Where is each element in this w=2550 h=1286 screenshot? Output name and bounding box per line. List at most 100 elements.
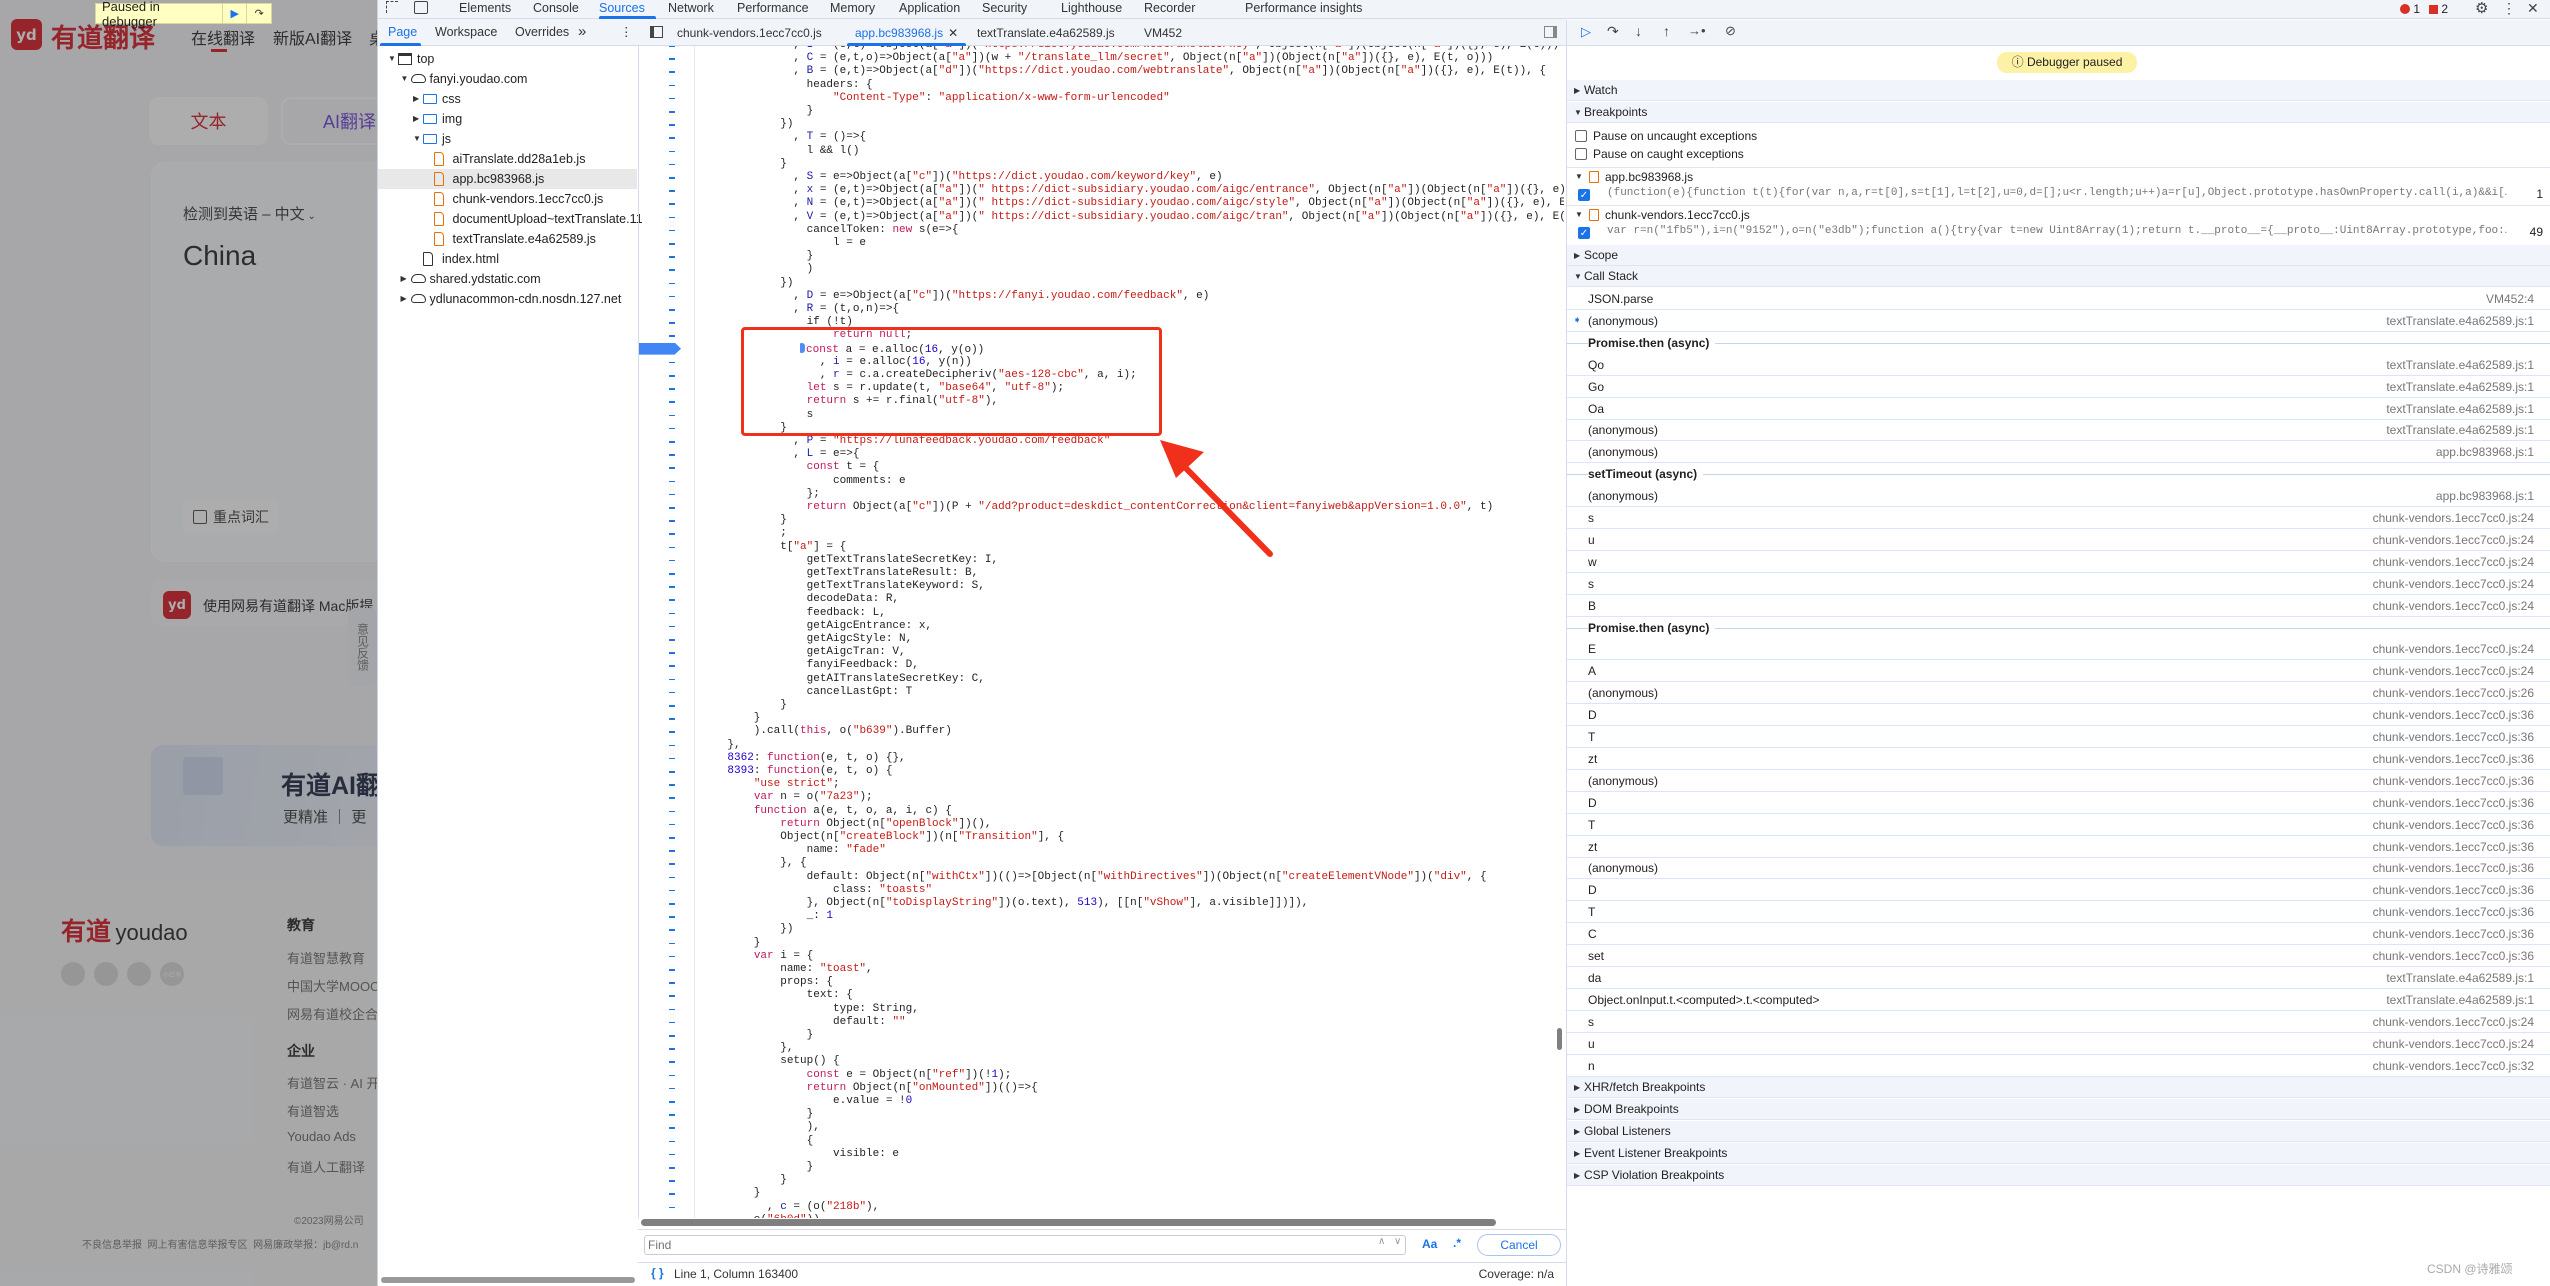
frame-location[interactable]: chunk-vendors.1ecc7cc0.js:36 xyxy=(2373,770,2534,792)
line-marker[interactable] xyxy=(669,625,675,628)
breakpoint-checkbox[interactable]: ✓ xyxy=(1578,227,1590,239)
line-marker[interactable] xyxy=(669,150,675,153)
call-frame[interactable]: Object.onInput.t.<computed>.t.<computed>… xyxy=(1567,989,2550,1011)
call-frame[interactable]: Achunk-vendors.1ecc7cc0.js:24 xyxy=(1567,660,2550,683)
line-marker[interactable] xyxy=(669,454,675,456)
nav-ai-translate[interactable]: 新版AI翻译 xyxy=(273,25,352,49)
section-breakpoints[interactable]: ▼ Breakpoints xyxy=(1567,102,2550,123)
report-links[interactable]: 不良信息举报 网上有害信息举报专区 网易廉政举报：jb@rd.n xyxy=(82,1236,358,1251)
tree-item[interactable]: ▼ top xyxy=(378,49,637,69)
youdao-social-icon[interactable] xyxy=(127,962,151,986)
breakpoint-code[interactable]: (function(e){function t(t){for(var n,a,r… xyxy=(1607,187,2507,199)
call-frame[interactable]: Dchunk-vendors.1ecc7cc0.js:36 xyxy=(1567,792,2550,814)
line-marker[interactable] xyxy=(669,46,675,47)
call-frame[interactable]: (anonymous) chunk-vendors.1ecc7cc0.js:36 xyxy=(1567,770,2550,792)
main-tab-performance[interactable]: Performance xyxy=(737,1,809,15)
frame-location[interactable]: chunk-vendors.1ecc7cc0.js:36 xyxy=(2373,923,2534,945)
line-marker[interactable] xyxy=(669,652,675,654)
frame-location[interactable]: textTranslate.e4a62589.js:1 xyxy=(2386,398,2534,420)
main-tab-security[interactable]: Security xyxy=(982,1,1027,15)
navigator-menu-icon[interactable]: ⋮ xyxy=(620,24,633,39)
find-next-icon[interactable]: ∨ xyxy=(1394,1236,1401,1247)
nav-online-translate[interactable]: 在线翻译 xyxy=(191,25,255,49)
tree-item[interactable]: ▶ ydlunacommon-cdn.nosdn.127.net xyxy=(378,289,637,309)
line-marker[interactable] xyxy=(669,678,675,681)
step-over-icon[interactable]: ↷ xyxy=(246,4,271,23)
frame-location[interactable]: chunk-vendors.1ecc7cc0.js:24 xyxy=(2373,595,2534,617)
issues-count-badge[interactable]: 2 xyxy=(2429,2,2448,16)
frame-location[interactable]: chunk-vendors.1ecc7cc0.js:24 xyxy=(2373,551,2534,573)
call-frame[interactable]: (anonymous) textTranslate.e4a62589.js:1 xyxy=(1567,419,2550,442)
tree-item[interactable]: ▶ img xyxy=(378,109,637,129)
line-marker[interactable] xyxy=(669,84,675,87)
xiaohongshu-icon[interactable]: 小红书 xyxy=(160,962,184,986)
call-frame[interactable]: zt chunk-vendors.1ecc7cc0.js:36 xyxy=(1567,748,2550,770)
tree-item[interactable]: ▶ shared.ydstatic.com xyxy=(378,269,637,289)
wechat-icon[interactable] xyxy=(61,962,85,986)
find-cancel-button[interactable]: Cancel xyxy=(1477,1234,1561,1256)
line-marker[interactable] xyxy=(669,493,675,496)
line-marker[interactable] xyxy=(669,282,675,285)
frame-location[interactable]: chunk-vendors.1ecc7cc0.js:36 xyxy=(2373,857,2534,879)
call-frame[interactable]: s chunk-vendors.1ecc7cc0.js:24 xyxy=(1567,1011,2550,1033)
frame-location[interactable]: chunk-vendors.1ecc7cc0.js:36 xyxy=(2373,945,2534,967)
main-tab-recorder[interactable]: Recorder xyxy=(1144,1,1195,15)
main-tab-elements[interactable]: Elements xyxy=(459,1,511,15)
line-marker[interactable] xyxy=(669,97,675,100)
call-frame[interactable]: zt chunk-vendors.1ecc7cc0.js:36 xyxy=(1567,836,2550,858)
toggle-debugger-sidebar-icon[interactable] xyxy=(1544,26,1557,38)
file-tab[interactable]: chunk-vendors.1ecc7cc0.js xyxy=(677,26,822,40)
pause-caught-checkbox[interactable] xyxy=(1575,148,1587,160)
line-marker[interactable] xyxy=(669,889,675,892)
code-horizontal-scrollbar[interactable] xyxy=(641,1219,1496,1226)
line-marker[interactable] xyxy=(669,71,675,73)
line-marker[interactable] xyxy=(669,1074,675,1077)
main-tab-console[interactable]: Console xyxy=(533,1,579,15)
line-marker[interactable] xyxy=(669,375,675,377)
pretty-print-icon[interactable]: { } xyxy=(651,1266,664,1280)
line-marker[interactable] xyxy=(669,322,675,324)
call-frame[interactable]: ➧ (anonymous) textTranslate.e4a62589.js:1 xyxy=(1567,310,2550,332)
tree-item[interactable]: chunk-vendors.1ecc7cc0.js xyxy=(378,189,637,209)
line-marker[interactable] xyxy=(669,137,675,139)
line-marker[interactable] xyxy=(669,718,675,720)
file-tab[interactable]: VM452 xyxy=(1144,26,1182,40)
line-marker[interactable] xyxy=(669,599,675,601)
line-marker[interactable] xyxy=(669,203,675,205)
frame-location[interactable]: chunk-vendors.1ecc7cc0.js:36 xyxy=(2373,879,2534,901)
footer-link[interactable]: Youdao Ads xyxy=(287,1129,356,1144)
frame-location[interactable]: chunk-vendors.1ecc7cc0.js:24 xyxy=(2373,1033,2534,1055)
line-marker[interactable] xyxy=(669,797,675,799)
call-frame[interactable]: (anonymous) app.bc983968.js:1 xyxy=(1567,485,2550,508)
call-frame[interactable]: u chunk-vendors.1ecc7cc0.js:24 xyxy=(1567,529,2550,551)
resume-icon[interactable]: ▶ xyxy=(221,4,247,23)
file-tab[interactable]: app.bc983968.js ✕ xyxy=(855,26,958,40)
section-watch[interactable]: ▶ Watch xyxy=(1567,80,2550,101)
match-case-toggle[interactable]: Aa xyxy=(1422,1237,1437,1251)
frame-location[interactable]: chunk-vendors.1ecc7cc0.js:36 xyxy=(2373,814,2534,836)
frame-location[interactable]: textTranslate.e4a62589.js:1 xyxy=(2386,376,2534,398)
call-frame[interactable]: JSON.parse VM452:4 xyxy=(1567,288,2550,310)
line-marker[interactable] xyxy=(669,586,675,588)
call-frame[interactable]: set chunk-vendors.1ecc7cc0.js:36 xyxy=(1567,945,2550,967)
footer-link[interactable]: 中国大学MOOC xyxy=(287,976,377,995)
line-marker[interactable] xyxy=(669,784,675,786)
nav-desktop[interactable]: 桌 xyxy=(369,25,377,49)
navigator-scrollbar[interactable] xyxy=(381,1277,635,1283)
line-marker[interactable] xyxy=(669,744,675,747)
toggle-navigator-icon[interactable] xyxy=(650,26,663,38)
line-marker[interactable] xyxy=(669,520,675,522)
frame-location[interactable]: textTranslate.e4a62589.js:1 xyxy=(2386,310,2534,332)
line-marker[interactable] xyxy=(669,507,675,509)
file-tab[interactable]: textTranslate.e4a62589.js xyxy=(977,26,1115,40)
line-marker[interactable] xyxy=(669,731,675,733)
line-marker[interactable] xyxy=(669,929,675,931)
line-marker[interactable] xyxy=(669,163,675,166)
frame-location[interactable]: chunk-vendors.1ecc7cc0.js:36 xyxy=(2373,836,2534,858)
line-marker[interactable] xyxy=(669,1193,675,1195)
tree-item[interactable]: ▼ js xyxy=(378,129,637,149)
call-frame[interactable]: Dchunk-vendors.1ecc7cc0.js:36 xyxy=(1567,879,2550,902)
frame-location[interactable]: chunk-vendors.1ecc7cc0.js:36 xyxy=(2373,792,2534,814)
frame-location[interactable]: textTranslate.e4a62589.js:1 xyxy=(2386,967,2534,989)
frame-location[interactable]: chunk-vendors.1ecc7cc0.js:36 xyxy=(2373,901,2534,923)
